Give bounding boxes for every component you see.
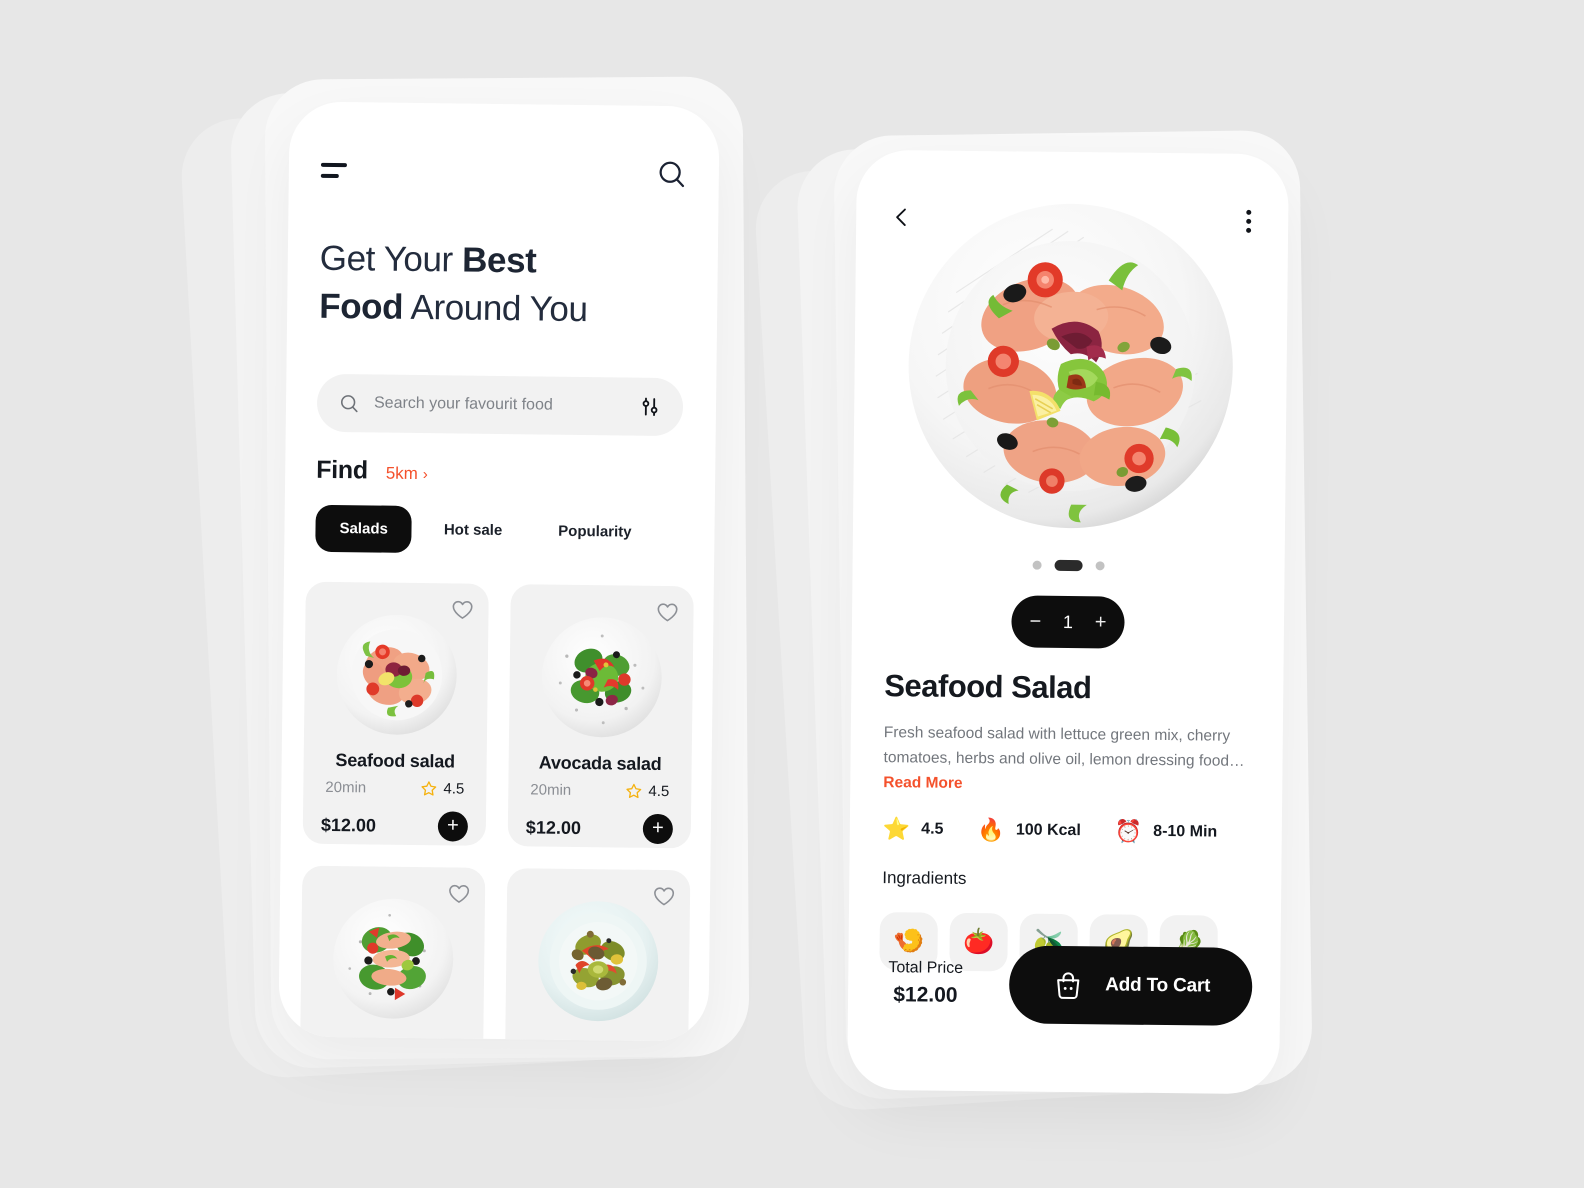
total-price-value: $12.00 — [893, 983, 958, 1007]
stat-time: ⏰ 8-10 Min — [1114, 818, 1218, 844]
description-text: Fresh seafood salad with lettuce green m… — [883, 724, 1245, 770]
rating-value: 4.5 — [648, 782, 670, 801]
phone-detail-screen: − 1 + Seafood Salad Fresh seafood salad … — [847, 149, 1289, 1095]
food-thumbnail-seafood-salad — [336, 614, 457, 735]
quantity-decrement-button[interactable]: − — [1029, 611, 1041, 633]
tab-salads[interactable]: Salads — [315, 504, 413, 553]
rating-value: 4.5 — [921, 820, 944, 838]
food-name — [521, 1036, 672, 1038]
find-row: Find 5km › — [316, 456, 428, 486]
kebab-menu-icon[interactable] — [1243, 206, 1254, 235]
carousel-dot-2[interactable] — [1054, 559, 1083, 572]
total-price-block: Total Price $12.00 — [878, 959, 963, 1008]
stat-calories: 🔥 100 Kcal — [977, 817, 1081, 843]
mockup-stage: Get Your Best Food Around You Find — [0, 0, 1584, 1188]
food-thumbnail-warm-veg-salad — [537, 901, 658, 1022]
food-meta — [316, 1034, 467, 1036]
search-icon — [340, 394, 358, 412]
rating: 4.5 — [625, 782, 670, 801]
product-stats: ⭐ 4.5 🔥 100 Kcal ⏰ 8-10 Min — [882, 816, 1252, 844]
heart-outline-icon[interactable] — [450, 597, 474, 621]
quantity-increment-button[interactable]: + — [1095, 611, 1107, 633]
product-title: Seafood Salad — [884, 668, 1092, 706]
food-footer: $12.00 + — [524, 812, 675, 845]
shopping-bag-icon — [1057, 972, 1080, 1000]
food-thumbnail-chicken-salad — [332, 898, 453, 1019]
headline-light-2: Around You — [402, 287, 588, 330]
rating: 4.5 — [420, 780, 464, 798]
food-thumbnail-avocado-salad — [541, 617, 662, 738]
carousel-dot-1[interactable] — [1032, 560, 1042, 570]
star-outline-icon — [626, 783, 642, 799]
food-name: Seafood salad — [335, 750, 456, 772]
filter-sliders-icon[interactable] — [639, 396, 661, 418]
quantity-value: 1 — [1062, 611, 1074, 632]
hamburger-icon[interactable] — [320, 162, 349, 178]
category-tabs: Salads Hot sale Popularity — [315, 504, 695, 557]
quantity-stepper: − 1 + — [1011, 595, 1125, 649]
food-card[interactable] — [504, 868, 691, 1042]
food-name — [316, 1034, 467, 1036]
headline-bold-1: Best — [461, 240, 537, 281]
food-meta: 20min 4.5 — [524, 781, 675, 800]
distance-value: 5km — [385, 463, 418, 484]
tab-popularity[interactable]: Popularity — [534, 507, 656, 555]
star-outline-icon — [421, 781, 437, 796]
product-description: Fresh seafood salad with lettuce green m… — [883, 720, 1247, 799]
page-title: Get Your Best Food Around You — [319, 235, 690, 336]
add-to-cart-label: Add To Cart — [1105, 974, 1211, 997]
headline-bold-2: Food — [318, 286, 404, 327]
food-card[interactable]: Seafood salad 20min 4.5 $12.00 + — [302, 581, 489, 846]
time-value: 8-10 Min — [1153, 822, 1218, 841]
ingredients-title: Ingradients — [882, 868, 967, 888]
stat-rating: ⭐ 4.5 — [882, 816, 944, 842]
heart-outline-icon[interactable] — [655, 600, 679, 624]
add-to-cart-button[interactable]: + — [437, 811, 469, 842]
add-to-cart-button[interactable]: + — [642, 813, 674, 845]
home-topbar — [289, 149, 719, 194]
rating-value: 4.5 — [443, 780, 465, 798]
search-icon[interactable] — [657, 159, 687, 189]
food-price: $12.00 — [320, 814, 377, 836]
chevron-right-icon: › — [422, 465, 428, 483]
phone-home-screen: Get Your Best Food Around You Find — [278, 101, 720, 1042]
calories-value: 100 Kcal — [1015, 821, 1081, 840]
headline-light-1: Get Your — [319, 238, 463, 280]
image-carousel-dots — [853, 558, 1285, 574]
fire-icon: 🔥 — [977, 817, 1006, 843]
food-card[interactable]: Avocada salad 20min 4.5 $12.00 + — [507, 584, 694, 849]
food-price: $12.00 — [525, 816, 582, 838]
food-meta: 20min 4.5 — [319, 779, 470, 798]
search-input[interactable] — [373, 394, 626, 416]
alarm-clock-icon: ⏰ — [1114, 818, 1143, 844]
prep-time: 20min — [325, 778, 367, 797]
search-bar[interactable] — [316, 373, 684, 437]
tab-hot-sale[interactable]: Hot sale — [420, 506, 527, 554]
find-label: Find — [316, 455, 368, 485]
add-to-cart-button[interactable]: Add To Cart — [1008, 945, 1253, 1026]
food-footer: $12.00 + — [319, 810, 470, 842]
total-price-label: Total Price — [888, 959, 964, 977]
distance-filter[interactable]: 5km › — [386, 464, 428, 485]
carousel-dot-3[interactable] — [1095, 561, 1105, 571]
heart-outline-icon[interactable] — [652, 884, 676, 908]
food-name: Avocada salad — [538, 752, 662, 774]
food-card[interactable] — [299, 865, 486, 1042]
detail-screen: − 1 + Seafood Salad Fresh seafood salad … — [847, 150, 1289, 1094]
home-screen: Get Your Best Food Around You Find — [278, 101, 719, 1042]
food-meta — [521, 1036, 672, 1038]
star-icon: ⭐ — [882, 816, 911, 842]
prep-time: 20min — [530, 781, 572, 799]
checkout-bar: Total Price $12.00 Add To Cart — [878, 944, 1253, 1026]
read-more-link[interactable]: Read More — [883, 774, 962, 792]
heart-outline-icon[interactable] — [447, 881, 471, 905]
food-card-grid: Seafood salad 20min 4.5 $12.00 + Avocada… — [299, 581, 694, 1042]
hero-food-image — [908, 203, 1233, 529]
